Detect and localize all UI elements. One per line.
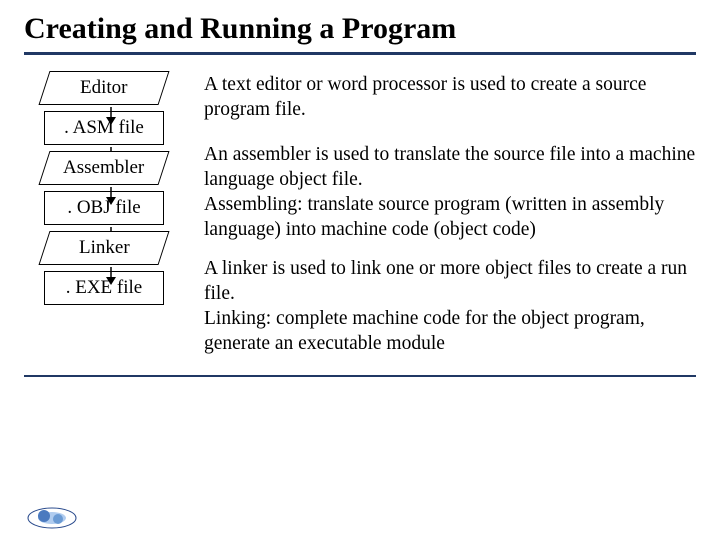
desc-editor: A text editor or word processor is used …	[204, 73, 696, 123]
process-label: Assembler	[63, 157, 144, 179]
desc-assembler: An assembler is used to translate the so…	[204, 143, 696, 243]
page-title: Creating and Running a Program	[24, 12, 696, 46]
flow-column: Editor . ASM file Assembler . OBJ file	[24, 71, 184, 365]
process-label: Linker	[79, 237, 130, 259]
title-rule	[24, 52, 696, 55]
footer-rule	[24, 375, 696, 377]
process-linker: Linker	[38, 231, 169, 265]
process-label: Editor	[80, 77, 128, 99]
process-editor: Editor	[38, 71, 169, 105]
process-assembler: Assembler	[38, 151, 169, 185]
logo-icon	[24, 504, 80, 532]
description-column: A text editor or word processor is used …	[204, 71, 696, 365]
desc-linker: A linker is used to link one or more obj…	[204, 257, 696, 357]
content-grid: Editor . ASM file Assembler . OBJ file	[24, 71, 696, 365]
